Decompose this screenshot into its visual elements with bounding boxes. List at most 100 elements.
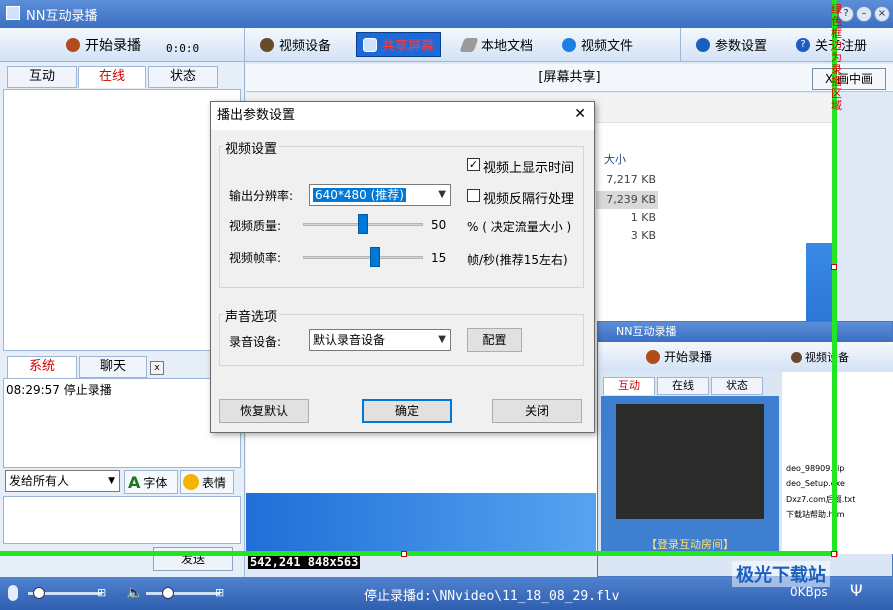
video-device-button[interactable]: 视频设备 [254, 32, 337, 57]
settings-button[interactable]: 参数设置 [690, 32, 773, 57]
explorer-size-3: 1 KB [630, 211, 656, 224]
mic-volume-thumb[interactable] [33, 587, 46, 599]
mini-record-label: 开始录播 [664, 350, 713, 364]
chat-input[interactable] [3, 496, 241, 544]
watermark-logo: 极光下载站 [732, 561, 830, 587]
mini-login-link: 【登录互动房间】 [646, 538, 734, 551]
fps-slider-thumb[interactable] [370, 247, 380, 267]
chevron-down-icon: ▼ [438, 334, 446, 345]
resize-handle-right[interactable] [831, 264, 837, 270]
tab-interact[interactable]: 互动 [7, 66, 77, 88]
taskbar-strip [246, 493, 596, 553]
camera-user-icon [260, 37, 274, 52]
speaker-volume-thumb[interactable] [162, 587, 175, 599]
audio-device-label: 录音设备: [229, 335, 282, 349]
settings-label: 参数设置 [715, 39, 768, 54]
capture-info: 542,241 848x563 [248, 555, 361, 569]
resolution-label: 输出分辨率: [229, 189, 294, 203]
chevron-down-icon: ▼ [438, 189, 446, 200]
configure-button[interactable]: 配置 [467, 328, 522, 352]
close-window-button[interactable]: × [874, 6, 890, 22]
emoji-button[interactable]: 表情 [180, 470, 234, 494]
log-line: 08:29:57 停止录播 [6, 383, 112, 397]
tab-online[interactable]: 在线 [78, 66, 146, 88]
signal-icon: Ψ [850, 581, 863, 600]
play-icon [562, 37, 576, 52]
local-document-label: 本地文档 [481, 39, 534, 54]
mini-video-device-label: 视频设备 [805, 351, 849, 364]
explorer-size-4: 3 KB [630, 229, 656, 242]
quality-unit: % ( 决定流量大小 ) [467, 220, 572, 234]
toolbar-divider [244, 28, 245, 62]
video-file-label: 视频文件 [581, 39, 634, 54]
mini-video-device: 视频设备 [791, 349, 849, 365]
pip-button[interactable]: X 画中画 [812, 68, 886, 90]
dialog-close-icon[interactable]: ✕ [574, 106, 586, 122]
audio-device-select[interactable]: 默认录音设备 ▼ [309, 329, 451, 351]
record-area-notice: 绿色框边为录播区域 [831, 3, 842, 112]
quality-slider-thumb[interactable] [358, 214, 368, 234]
quality-value: 50 [431, 218, 447, 232]
mini-tab-interact: 互动 [603, 377, 655, 395]
mini-file-3: Dxz7.com后缀.txt [786, 495, 856, 504]
fps-slider-track[interactable] [303, 256, 423, 259]
font-icon: A [128, 472, 141, 492]
deinterlace-checkbox[interactable] [467, 189, 480, 202]
mini-video-panel: 【登录互动房间】 [601, 396, 779, 554]
video-file-button[interactable]: 视频文件 [556, 32, 639, 57]
resize-handle-corner[interactable] [831, 551, 837, 557]
share-header: [屏幕共享] [246, 64, 893, 92]
restore-default-button[interactable]: 恢复默认 [219, 399, 309, 423]
speaker-icon: 🔈 [126, 585, 144, 601]
mini-window-preview: NN互动录播 开始录播 视频设备 互动 在线 状态 【登录互动房间】 deo_9… [597, 321, 893, 577]
main-toolbar: 开始录播 0:0:0 视频设备 共享屏幕 本地文档 视频文件 参数设置 ? 关于… [0, 28, 893, 62]
audio-options-title: 声音选项 [223, 306, 280, 325]
close-button[interactable]: 关闭 [492, 399, 582, 423]
resolution-value: 640*480 (推荐) [313, 188, 406, 202]
online-user-list[interactable] [3, 89, 241, 351]
show-time-checkbox[interactable]: ✓ [467, 158, 480, 171]
emoji-label: 表情 [202, 475, 227, 490]
output-settings-dialog: 播出参数设置 ✕ 视频设置 ✓ 视频上显示时间 输出分辨率: 640*480 (… [210, 101, 595, 433]
mic-plus-icon[interactable]: ⊞ [97, 586, 106, 599]
toolbar-divider [680, 28, 681, 62]
camera-user-icon [791, 351, 802, 363]
video-settings-title: 视频设置 [223, 138, 280, 157]
recipient-value: 发给所有人 [9, 474, 70, 488]
tab-chat[interactable]: 聊天 [79, 356, 147, 378]
window-title: NN互动录播 [26, 9, 98, 24]
record-timer: 0:0:0 [166, 42, 200, 55]
font-button[interactable]: A 字体 [124, 470, 178, 494]
minimize-button[interactable]: – [856, 6, 872, 22]
app-icon [6, 6, 20, 20]
mini-tab-online: 在线 [657, 377, 709, 395]
status-text: 停止录播d:\NNvideo\11_18_08_29.flv [364, 589, 620, 604]
deinterlace-label: 视频反隔行处理 [483, 192, 575, 207]
video-device-label: 视频设备 [279, 39, 332, 54]
mini-record-button: 开始录播 [646, 348, 712, 365]
explorer-size-2: 7,239 KB [596, 191, 658, 209]
smiley-icon [183, 474, 199, 490]
bandwidth-rate: 0KBps [790, 585, 828, 599]
monitor-icon [363, 37, 377, 52]
recipient-select[interactable]: 发给所有人 ▼ [5, 470, 120, 492]
record-area-bottom-border [0, 551, 838, 556]
font-label: 字体 [143, 475, 168, 490]
resize-handle-bottom[interactable] [401, 551, 407, 557]
mini-title: NN互动录播 [598, 322, 892, 342]
explorer-size-1: 7,217 KB [606, 173, 656, 186]
fps-value: 15 [431, 251, 447, 265]
share-screen-button[interactable]: 共享屏幕 [356, 32, 442, 57]
start-record-button[interactable]: 开始录播 [60, 32, 147, 57]
tab-status[interactable]: 状态 [148, 66, 218, 88]
speaker-plus-icon[interactable]: ⊞ [215, 586, 224, 599]
local-document-button[interactable]: 本地文档 [456, 32, 539, 57]
title-bar: NN互动录播 ? – × [0, 0, 893, 28]
person-icon [66, 37, 80, 52]
speaker-volume-track[interactable] [146, 592, 220, 595]
resolution-select[interactable]: 640*480 (推荐) ▼ [309, 184, 451, 206]
ok-button[interactable]: 确定 [362, 399, 452, 423]
chat-close-button[interactable]: x [150, 361, 164, 375]
tab-system[interactable]: 系统 [7, 356, 77, 378]
quality-label: 视频质量: [229, 219, 282, 233]
